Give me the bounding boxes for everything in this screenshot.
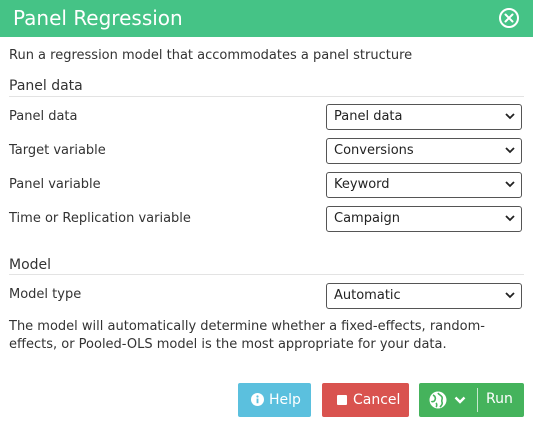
- chevron-down-icon: [505, 292, 515, 299]
- chevron-down-icon: [505, 215, 515, 222]
- section-divider: [9, 274, 524, 275]
- select-value: Automatic: [334, 288, 401, 303]
- panel-variable-label: Panel variable: [9, 177, 101, 192]
- chevron-down-icon: [505, 113, 515, 120]
- chevron-down-icon: [505, 181, 515, 188]
- chevron-down-icon: [505, 147, 515, 154]
- close-icon: [504, 13, 514, 23]
- time-variable-label: Time or Replication variable: [9, 211, 191, 226]
- close-button[interactable]: [499, 8, 519, 28]
- select-value: Conversions: [334, 143, 414, 158]
- globe-icon: [429, 391, 447, 409]
- cancel-button[interactable]: Cancel: [322, 383, 409, 417]
- target-variable-label: Target variable: [9, 143, 106, 158]
- section-divider: [9, 96, 524, 97]
- button-divider: [477, 388, 478, 412]
- info-circle-icon: [251, 393, 264, 406]
- model-type-label: Model type: [9, 287, 82, 302]
- dialog-title: Panel Regression: [13, 6, 183, 30]
- dialog-description: Run a regression model that accommodates…: [9, 48, 413, 63]
- panel-variable-select[interactable]: Keyword: [326, 172, 522, 198]
- run-label: Run: [486, 391, 513, 407]
- section-title-model: Model: [9, 257, 52, 273]
- section-title-panel-data: Panel data: [9, 78, 83, 94]
- target-variable-select[interactable]: Conversions: [326, 138, 522, 164]
- chevron-down-icon[interactable]: [454, 396, 466, 404]
- select-value: Panel data: [334, 109, 403, 124]
- model-note: The model will automatically determine w…: [9, 319, 485, 352]
- panel-data-select[interactable]: Panel data: [326, 104, 522, 130]
- dialog-header: Panel Regression: [0, 0, 533, 37]
- stop-square-icon: [337, 395, 347, 405]
- time-variable-select[interactable]: Campaign: [326, 206, 522, 232]
- select-value: Campaign: [334, 211, 401, 226]
- model-type-select[interactable]: Automatic: [326, 283, 522, 309]
- help-button[interactable]: Help: [238, 383, 311, 417]
- run-button[interactable]: Run: [419, 383, 524, 417]
- select-value: Keyword: [334, 177, 390, 192]
- cancel-label: Cancel: [353, 392, 401, 408]
- help-label: Help: [269, 392, 301, 408]
- panel-data-label: Panel data: [9, 109, 78, 124]
